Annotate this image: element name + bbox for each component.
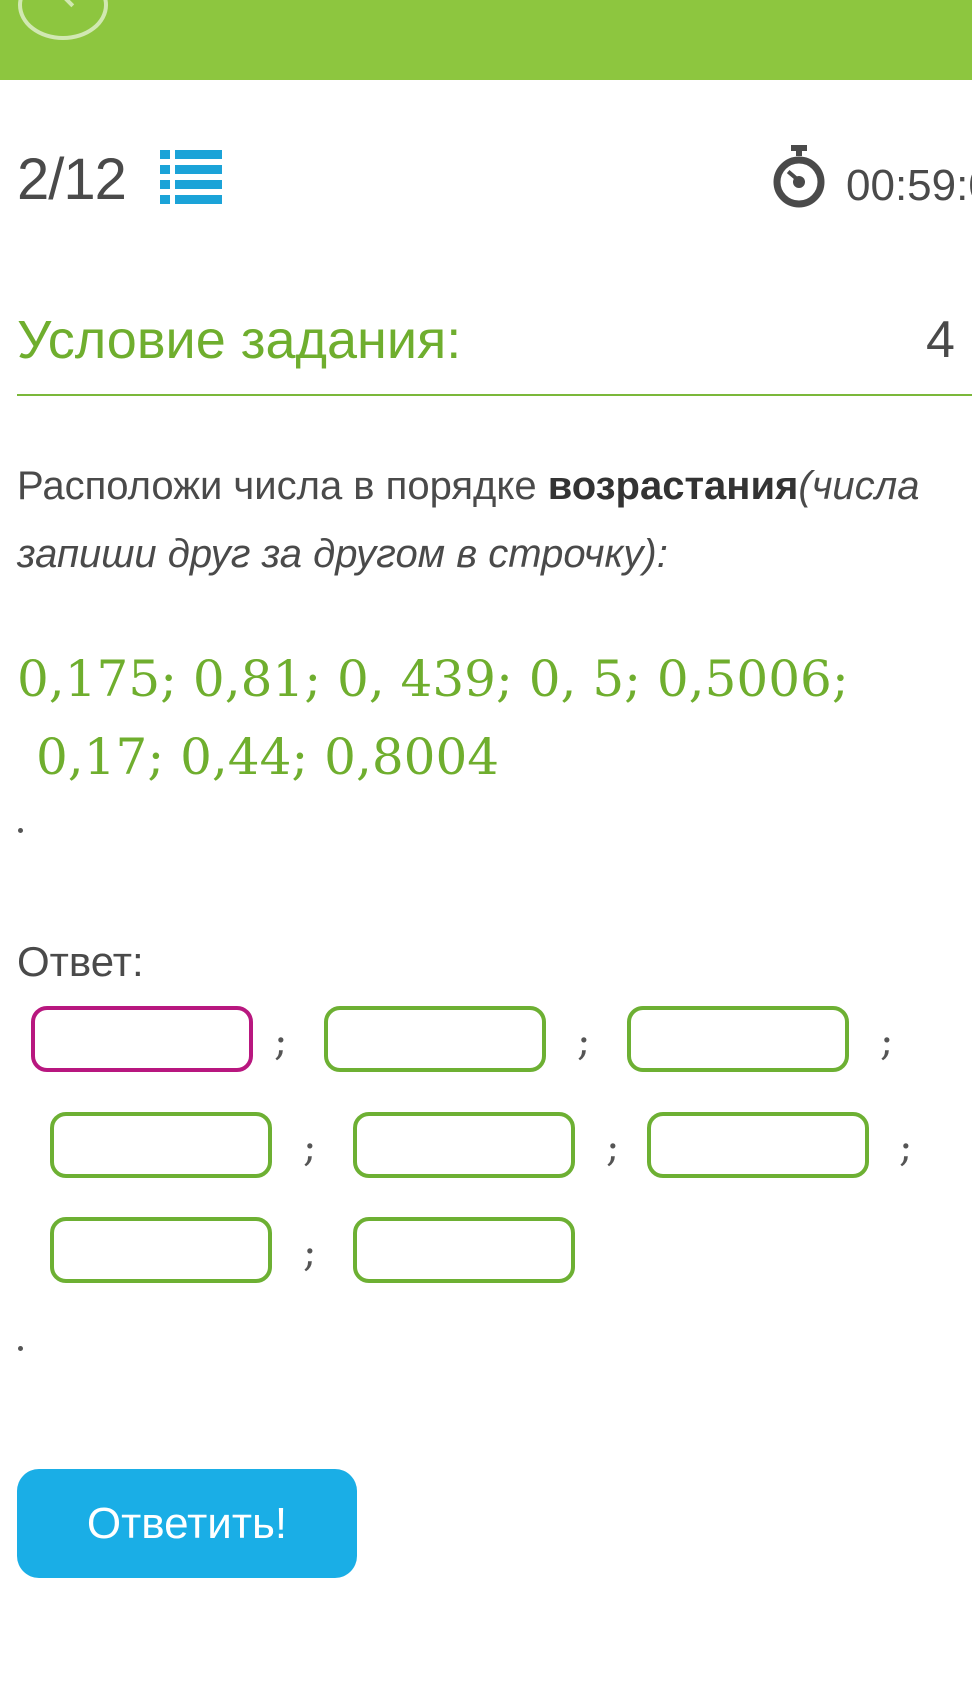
separator: ; bbox=[577, 1019, 591, 1065]
task-points: 4 bbox=[926, 311, 955, 369]
back-arrow-icon bbox=[55, 0, 75, 8]
task-text-bold: возрастания bbox=[547, 464, 799, 508]
separator: ; bbox=[880, 1019, 894, 1065]
number-list: 0,175; 0,81; 0, 439; 0, 5; 0,5006; 0,17;… bbox=[17, 640, 849, 796]
task-text-part1: Расположи числа в порядке bbox=[17, 464, 548, 508]
numbers-line-2: 0,17; 0,44; 0,8004 bbox=[36, 728, 500, 786]
answer-field-7[interactable] bbox=[50, 1217, 272, 1283]
period-mark bbox=[18, 1346, 23, 1351]
timer: 00:59:0 bbox=[846, 161, 972, 210]
task-statement: Расположи числа в порядке возрастания(чи… bbox=[17, 452, 919, 588]
question-progress: 2/12 bbox=[17, 147, 127, 212]
answer-field-5[interactable] bbox=[353, 1112, 575, 1178]
answer-label: Ответ: bbox=[17, 938, 144, 985]
task-text-italic-2: запиши друг за другом в строчку): bbox=[17, 532, 668, 576]
answer-field-1[interactable] bbox=[31, 1006, 253, 1072]
section-title: Условие задания: bbox=[17, 310, 462, 370]
period-mark bbox=[18, 828, 23, 833]
submit-answer-button[interactable]: Ответить! bbox=[17, 1469, 357, 1578]
separator: ; bbox=[274, 1019, 288, 1065]
stopwatch-icon bbox=[773, 145, 825, 208]
top-bar bbox=[0, 0, 972, 80]
separator: ; bbox=[606, 1125, 620, 1171]
answer-field-4[interactable] bbox=[50, 1112, 272, 1178]
task-text-italic-1: (числа bbox=[798, 464, 920, 508]
answer-field-3[interactable] bbox=[627, 1006, 849, 1072]
answer-field-2[interactable] bbox=[324, 1006, 546, 1072]
divider bbox=[17, 394, 972, 396]
separator: ; bbox=[303, 1125, 317, 1171]
numbers-line-1: 0,175; 0,81; 0, 439; 0, 5; 0,5006; bbox=[17, 650, 849, 708]
list-icon[interactable] bbox=[160, 150, 222, 206]
separator: ; bbox=[303, 1230, 317, 1276]
answer-field-6[interactable] bbox=[647, 1112, 869, 1178]
answer-field-8[interactable] bbox=[353, 1217, 575, 1283]
separator: ; bbox=[899, 1125, 913, 1171]
back-button[interactable] bbox=[18, 0, 108, 40]
